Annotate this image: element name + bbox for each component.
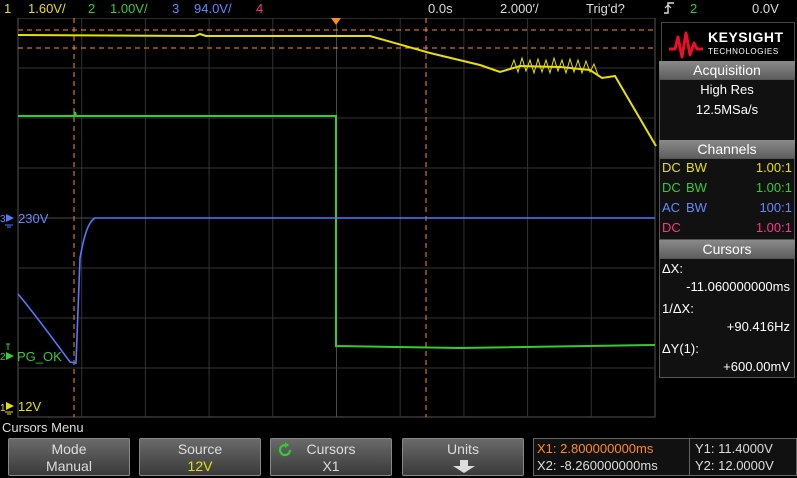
svg-text:230V: 230V — [18, 211, 49, 226]
units-softkey-title: Units — [447, 441, 479, 457]
ch2-coupling: DC — [662, 180, 681, 195]
source-softkey-value: 12V — [187, 458, 213, 474]
ch4-probe: 1.00:1 — [755, 220, 792, 235]
arrow-down-icon — [453, 460, 475, 473]
cursor-readout: X1: 2.800000000ms X2: -8.260000000ms Y1:… — [533, 438, 797, 476]
ch3-bw: BW — [686, 200, 707, 215]
info-panel: KEYSIGHT TECHNOLOGIES Acquisition High R… — [657, 18, 797, 418]
rotate-knob-icon — [278, 442, 292, 457]
trigger-status: Trig'd? — [586, 1, 625, 16]
time-delay: 0.0s — [428, 1, 453, 16]
svg-text:PG_OK: PG_OK — [17, 349, 62, 364]
channels-title: Channels — [659, 140, 795, 158]
trigger-level: 0.0V — [752, 1, 779, 16]
cursors-title: Cursors — [659, 240, 795, 258]
brand-name: KEYSIGHT — [708, 29, 784, 45]
ch1-coupling: DC — [662, 160, 681, 175]
delta-x-label: ΔX: — [662, 261, 683, 276]
ch3-coupling: AC — [662, 200, 681, 215]
ch3-probe: 100:1 — [759, 200, 792, 215]
delta-y-value: +600.00mV — [723, 359, 790, 374]
x1-readout: X1: 2.800000000ms — [537, 441, 654, 456]
source-softkey[interactable]: Source 12V — [139, 438, 261, 476]
ch4-number: 4 — [256, 1, 264, 16]
acquisition-mode: High Res — [700, 82, 754, 97]
mode-softkey-value: Manual — [46, 458, 92, 474]
ch2-number: 2 — [88, 1, 96, 16]
inverse-delta-x-label: 1/ΔX: — [662, 301, 694, 316]
cursors-section: ΔX: -11.060000000ms 1/ΔX: +90.416Hz ΔY(1… — [659, 258, 795, 378]
menu-title: Cursors Menu — [2, 420, 84, 435]
y1-readout: Y1: 11.4000V — [695, 441, 773, 456]
time-scale: 2.000′/ — [500, 1, 539, 16]
ch2-probe: 1.00:1 — [755, 180, 792, 195]
ch3-number: 3 — [172, 1, 180, 16]
inverse-delta-x-value: +90.416Hz — [726, 319, 790, 334]
mode-softkey-title: Mode — [51, 441, 87, 457]
acquisition-section: High Res 12.5MSa/s — [659, 79, 795, 141]
cursors-softkey[interactable]: Cursors X1 — [270, 438, 392, 476]
keysight-wave-icon — [669, 31, 703, 59]
svg-text:3: 3 — [0, 214, 6, 225]
readout-divider — [689, 439, 690, 475]
svg-text:12V: 12V — [18, 399, 41, 414]
ch2-scale: 1.00V/ — [110, 1, 148, 16]
ch4-coupling: DC — [662, 220, 681, 235]
status-bar: 1 1.60V/ 2 1.00V/ 3 94.0V/ 4 0.0s 2.000′… — [0, 0, 797, 18]
source-softkey-title: Source — [177, 441, 223, 457]
delta-x-value: -11.060000000ms — [686, 279, 790, 294]
brand-subtitle: TECHNOLOGIES — [708, 47, 779, 56]
mode-softkey[interactable]: Mode Manual — [8, 438, 130, 476]
ch1-number: 1 — [4, 1, 12, 16]
units-softkey[interactable]: Units — [402, 438, 524, 476]
channels-section: DC BW 1.00:1 DC BW 1.00:1 AC BW 100:1 DC… — [659, 158, 795, 240]
waveform-display[interactable]: 3 230V 2 PG_OK 1 12V — [0, 18, 657, 418]
ch2-bw: BW — [686, 180, 707, 195]
svg-text:2: 2 — [0, 352, 6, 363]
sample-rate: 12.5MSa/s — [695, 102, 759, 117]
trigger-source: 2 — [690, 1, 698, 16]
ch3-scale: 94.0V/ — [194, 1, 232, 16]
ch1-probe: 1.00:1 — [755, 160, 792, 175]
cursors-softkey-value: X1 — [322, 458, 340, 474]
delta-y-label: ΔY(1): — [662, 341, 699, 356]
acquisition-title: Acquisition — [659, 61, 795, 79]
rising-edge-icon — [663, 0, 675, 19]
ch1-scale: 1.60V/ — [28, 1, 66, 16]
x2-readout: X2: -8.260000000ms — [537, 458, 658, 473]
y2-readout: Y2: 12.0000V — [695, 458, 774, 473]
ch1-bw: BW — [686, 160, 707, 175]
